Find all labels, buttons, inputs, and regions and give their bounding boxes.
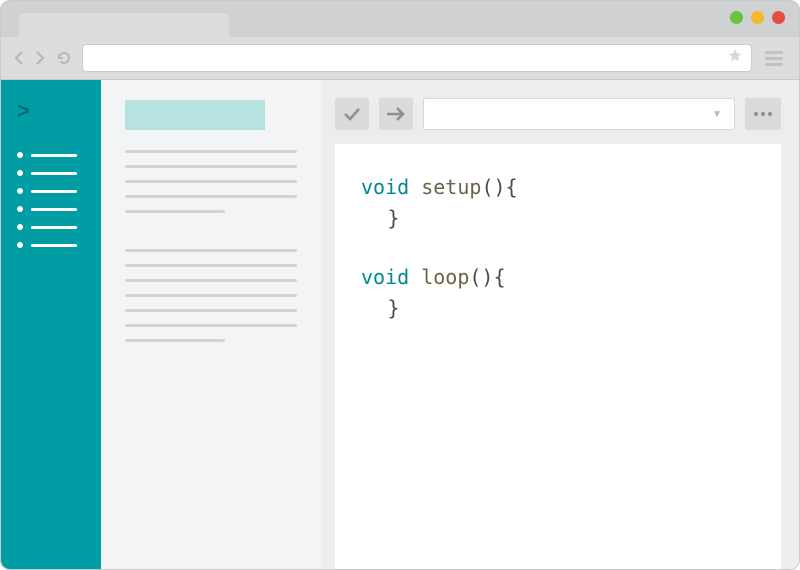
placeholder-line: [125, 210, 225, 213]
placeholder-line: [125, 180, 297, 183]
code-line: void loop(){: [361, 262, 755, 293]
secondary-panel: [101, 80, 321, 569]
bullet-icon: [17, 188, 23, 194]
url-input[interactable]: [82, 44, 752, 72]
minimize-button[interactable]: [730, 11, 743, 24]
upload-button[interactable]: [379, 98, 413, 130]
code-editor[interactable]: void setup(){ }void loop(){ }: [335, 144, 781, 569]
sidebar: >: [1, 80, 101, 569]
sidebar-caret-icon[interactable]: >: [17, 98, 85, 124]
bullet-icon: [17, 242, 23, 248]
sidebar-item-label: [31, 244, 77, 247]
sidebar-item-label: [31, 226, 77, 229]
app-content: > ▼ void setup(){ }voi: [1, 79, 799, 569]
placeholder-line: [125, 339, 225, 342]
forward-button[interactable]: [34, 50, 46, 66]
bullet-icon: [17, 152, 23, 158]
chevron-down-icon: ▼: [712, 109, 722, 120]
bullet-icon: [17, 170, 23, 176]
bullet-icon: [17, 206, 23, 212]
sidebar-item-label: [31, 208, 77, 211]
arrow-right-icon: [385, 106, 407, 122]
sidebar-item[interactable]: [17, 224, 85, 230]
placeholder-line: [125, 294, 297, 297]
editor-toolbar: ▼: [335, 98, 781, 130]
sidebar-item-label: [31, 190, 77, 193]
board-select[interactable]: ▼: [423, 98, 735, 130]
maximize-button[interactable]: [751, 11, 764, 24]
placeholder-line: [125, 279, 297, 282]
sidebar-item-label: [31, 154, 77, 157]
editor-pane: ▼ void setup(){ }void loop(){ }: [321, 80, 799, 569]
check-icon: [342, 105, 362, 123]
browser-toolbar: [1, 37, 799, 79]
window-controls: [730, 11, 785, 24]
sidebar-item[interactable]: [17, 152, 85, 158]
sidebar-item[interactable]: [17, 170, 85, 176]
placeholder-line: [125, 165, 297, 168]
more-button[interactable]: [745, 98, 781, 130]
sidebar-item[interactable]: [17, 242, 85, 248]
placeholder-line: [125, 249, 297, 252]
placeholder-line: [125, 264, 297, 267]
reload-button[interactable]: [55, 49, 73, 67]
sidebar-item[interactable]: [17, 206, 85, 212]
placeholder-line: [125, 309, 297, 312]
code-line: }: [361, 203, 755, 234]
menu-button[interactable]: [761, 47, 787, 70]
panel-header: [125, 100, 265, 130]
titlebar: [1, 1, 799, 37]
placeholder-line: [125, 150, 297, 153]
browser-window: > ▼ void setup(){ }voi: [0, 0, 800, 570]
placeholder-line: [125, 195, 297, 198]
placeholder-line: [125, 324, 297, 327]
verify-button[interactable]: [335, 98, 369, 130]
back-button[interactable]: [13, 50, 25, 66]
bookmark-star-icon[interactable]: [727, 48, 743, 69]
bullet-icon: [17, 224, 23, 230]
sidebar-item-label: [31, 172, 77, 175]
browser-tab[interactable]: [19, 13, 229, 37]
sidebar-item[interactable]: [17, 188, 85, 194]
code-line: }: [361, 293, 755, 324]
code-line: void setup(){: [361, 172, 755, 203]
close-button[interactable]: [772, 11, 785, 24]
